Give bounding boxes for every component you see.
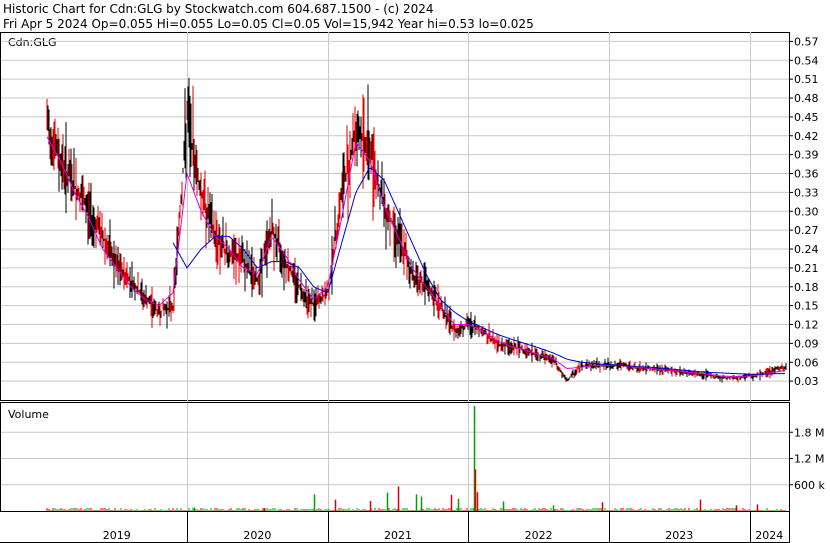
x-tick-label: 2023 <box>665 529 693 542</box>
price-panel-title: Cdn:GLG <box>8 36 57 49</box>
price-tick-label: 0.42 <box>794 130 819 143</box>
price-tick-label: 0.03 <box>794 375 819 388</box>
price-panel: Cdn:GLG 0.57 0.54 0.51 0.48 0.45 0.42 0.39 0.36 0… <box>0 32 819 543</box>
price-tick-label: 0.24 <box>794 243 819 256</box>
stock-chart: Cdn:GLG 0.57 0.54 0.51 0.48 0.45 0.42 0.39 0.36 0… <box>0 32 825 543</box>
price-tick-label: 0.09 <box>794 337 819 350</box>
price-tick-label: 0.39 <box>794 149 819 162</box>
volume-frame <box>0 402 790 512</box>
price-tick-label: 0.12 <box>794 319 819 332</box>
price-tick-label: 0.18 <box>794 281 819 294</box>
price-tick-label: 0.51 <box>794 73 819 86</box>
x-tick-label: 2019 <box>103 529 131 542</box>
volume-tick-label: 600 k <box>794 479 825 492</box>
price-tick-label: 0.48 <box>794 92 819 105</box>
ma-short-line <box>46 136 786 378</box>
price-tick-label: 0.54 <box>794 54 819 67</box>
x-tick-label: 2021 <box>384 529 412 542</box>
price-tick-label: 0.57 <box>794 35 819 48</box>
volume-panel: Volume 1.8 M 1.2 M 600 k <box>0 402 825 512</box>
price-tick-label: 0.21 <box>794 262 819 275</box>
price-tick-label: 0.30 <box>794 205 819 218</box>
x-tick-label: 2020 <box>243 529 271 542</box>
x-axis: 2019 2020 2021 2022 2023 2024 <box>0 511 790 543</box>
price-tick-label: 0.36 <box>794 168 819 181</box>
price-tick-label: 0.33 <box>794 186 819 199</box>
volume-tick-label: 1.8 M <box>794 426 824 439</box>
volume-panel-title: Volume <box>8 408 49 421</box>
x-tick-label: 2022 <box>525 529 553 542</box>
price-tick-label: 0.45 <box>794 111 819 124</box>
price-tick-label: 0.27 <box>794 224 819 237</box>
x-tick-label: 2024 <box>755 529 783 542</box>
price-tick-label: 0.06 <box>794 356 819 369</box>
price-tick-label: 0.15 <box>794 300 819 313</box>
volume-tick-label: 1.2 M <box>794 453 824 466</box>
